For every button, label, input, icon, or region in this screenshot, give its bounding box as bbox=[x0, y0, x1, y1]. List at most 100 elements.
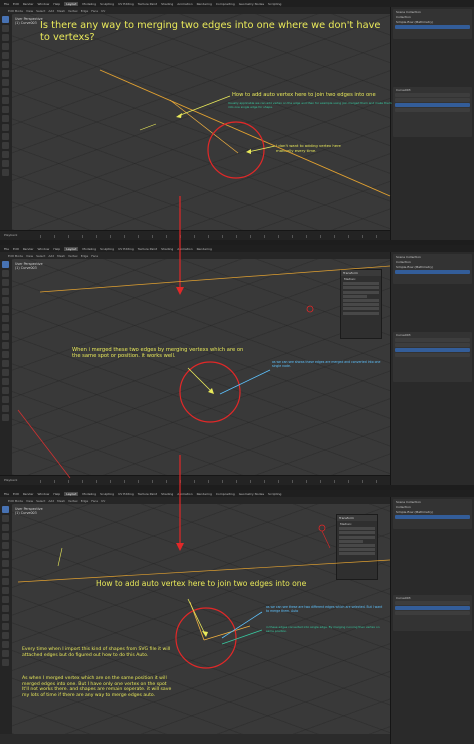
tab-scripting[interactable]: Scripting bbox=[268, 2, 281, 6]
move-tool-icon[interactable] bbox=[2, 279, 9, 286]
scale-tool-icon[interactable] bbox=[2, 52, 9, 59]
header-mesh[interactable]: Mesh bbox=[57, 9, 65, 13]
tab-animation[interactable]: Animation bbox=[177, 2, 192, 6]
outliner-item-curve003[interactable] bbox=[395, 25, 470, 29]
inset-tool-icon[interactable] bbox=[2, 342, 9, 349]
tab-sculpting[interactable]: Sculpting bbox=[100, 492, 114, 496]
prop-row[interactable] bbox=[395, 108, 470, 112]
outliner-item-simple-flow[interactable]: Simple-flow (Mathmetry) bbox=[396, 510, 469, 514]
menu-window[interactable]: Window bbox=[38, 247, 50, 251]
header-add[interactable]: Add bbox=[48, 254, 54, 258]
mode-select[interactable]: Edit Mode bbox=[8, 254, 23, 258]
tab-modeling[interactable]: Modeling bbox=[82, 247, 96, 251]
prop-row[interactable] bbox=[395, 611, 470, 615]
prop-row[interactable] bbox=[395, 338, 470, 342]
shear-tool-icon[interactable] bbox=[2, 160, 9, 167]
prop-row[interactable] bbox=[395, 98, 470, 102]
knife-tool-icon[interactable] bbox=[2, 614, 9, 621]
smooth-tool-icon[interactable] bbox=[2, 396, 9, 403]
transform-field[interactable] bbox=[339, 543, 375, 547]
header-add[interactable]: Add bbox=[48, 9, 54, 13]
inset-tool-icon[interactable] bbox=[2, 587, 9, 594]
tab-sculpting[interactable]: Sculpting bbox=[100, 2, 114, 6]
cursor-tool-icon[interactable] bbox=[2, 25, 9, 32]
header-uv[interactable]: UV bbox=[101, 9, 105, 13]
spin-tool-icon[interactable] bbox=[2, 632, 9, 639]
extrude-tool-icon[interactable] bbox=[2, 333, 9, 340]
transform-x-field[interactable] bbox=[343, 282, 379, 286]
bevel-tool-icon[interactable] bbox=[2, 351, 9, 358]
smooth-tool-icon[interactable] bbox=[2, 641, 9, 648]
measure-tool-icon[interactable] bbox=[2, 324, 9, 331]
3d-viewport[interactable]: User Perspective (1) Curve003 bbox=[12, 504, 390, 734]
tab-texture-paint[interactable]: Texture Paint bbox=[138, 492, 157, 496]
rip-tool-icon[interactable] bbox=[2, 659, 9, 666]
outliner-item-curve003[interactable] bbox=[395, 270, 470, 274]
mode-select[interactable]: Edit Mode bbox=[8, 9, 23, 13]
header-view[interactable]: View bbox=[26, 9, 33, 13]
tab-sculpting[interactable]: Sculpting bbox=[100, 247, 114, 251]
shear-tool-icon[interactable] bbox=[2, 405, 9, 412]
inset-tool-icon[interactable] bbox=[2, 97, 9, 104]
header-select[interactable]: Select bbox=[36, 499, 45, 503]
annotate-tool-icon[interactable] bbox=[2, 70, 9, 77]
loopcut-tool-icon[interactable] bbox=[2, 605, 9, 612]
tab-shading[interactable]: Shading bbox=[161, 492, 173, 496]
cursor-tool-icon[interactable] bbox=[2, 515, 9, 522]
shear-tool-icon[interactable] bbox=[2, 650, 9, 657]
tab-uv-editing[interactable]: UV Editing bbox=[118, 492, 134, 496]
prop-row[interactable] bbox=[395, 601, 470, 605]
tab-layout[interactable]: Layout bbox=[64, 1, 79, 6]
polybuild-tool-icon[interactable] bbox=[2, 623, 9, 630]
measure-tool-icon[interactable] bbox=[2, 569, 9, 576]
menu-render[interactable]: Render bbox=[23, 492, 34, 496]
transform-z-field[interactable] bbox=[339, 535, 375, 539]
prop-row[interactable] bbox=[395, 343, 470, 347]
select-tool-icon[interactable] bbox=[2, 16, 9, 23]
header-vertex[interactable]: Vertex bbox=[68, 254, 78, 258]
move-tool-icon[interactable] bbox=[2, 524, 9, 531]
header-edge[interactable]: Edge bbox=[81, 9, 89, 13]
cursor-tool-icon[interactable] bbox=[2, 270, 9, 277]
header-vertex[interactable]: Vertex bbox=[68, 499, 78, 503]
prop-row[interactable] bbox=[395, 353, 470, 357]
extrude-tool-icon[interactable] bbox=[2, 88, 9, 95]
tab-geometry-nodes[interactable]: Geometry Nodes bbox=[239, 2, 264, 6]
mode-select[interactable]: Edit Mode bbox=[8, 499, 23, 503]
header-edge[interactable]: Edge bbox=[81, 254, 89, 258]
loopcut-tool-icon[interactable] bbox=[2, 360, 9, 367]
smooth-tool-icon[interactable] bbox=[2, 151, 9, 158]
header-view[interactable]: View bbox=[26, 499, 33, 503]
scale-tool-icon[interactable] bbox=[2, 297, 9, 304]
tab-rendering[interactable]: Rendering bbox=[197, 492, 212, 496]
transform-field[interactable] bbox=[343, 307, 379, 311]
menu-edit[interactable]: Edit bbox=[13, 2, 19, 6]
prop-row-selected[interactable] bbox=[395, 348, 470, 352]
tab-animation[interactable]: Animation bbox=[177, 247, 192, 251]
menu-edit[interactable]: Edit bbox=[13, 492, 19, 496]
tab-rendering[interactable]: Rendering bbox=[197, 2, 212, 6]
outliner-item-collection[interactable]: Collection bbox=[396, 15, 469, 19]
tab-layout[interactable]: Layout bbox=[64, 246, 79, 251]
tab-shading[interactable]: Shading bbox=[161, 247, 173, 251]
tab-compositing[interactable]: Compositing bbox=[216, 2, 235, 6]
knife-tool-icon[interactable] bbox=[2, 369, 9, 376]
prop-row-selected[interactable] bbox=[395, 103, 470, 107]
prop-row-selected[interactable] bbox=[395, 606, 470, 610]
menu-render[interactable]: Render bbox=[23, 247, 34, 251]
outliner-item-curve003[interactable] bbox=[395, 515, 470, 519]
spin-tool-icon[interactable] bbox=[2, 142, 9, 149]
transform-toggle[interactable] bbox=[343, 294, 367, 298]
annotate-tool-icon[interactable] bbox=[2, 560, 9, 567]
tab-layout[interactable]: Layout bbox=[64, 491, 79, 496]
header-mesh[interactable]: Mesh bbox=[57, 499, 65, 503]
transform-field[interactable] bbox=[343, 298, 379, 302]
header-edge[interactable]: Edge bbox=[81, 499, 89, 503]
transform-x-field[interactable] bbox=[339, 527, 375, 531]
menu-file[interactable]: File bbox=[4, 492, 9, 496]
tab-compositing[interactable]: Compositing bbox=[216, 492, 235, 496]
transform-field[interactable] bbox=[343, 303, 379, 307]
menu-window[interactable]: Window bbox=[38, 2, 50, 6]
header-select[interactable]: Select bbox=[36, 254, 45, 258]
transform-z-field[interactable] bbox=[343, 290, 379, 294]
